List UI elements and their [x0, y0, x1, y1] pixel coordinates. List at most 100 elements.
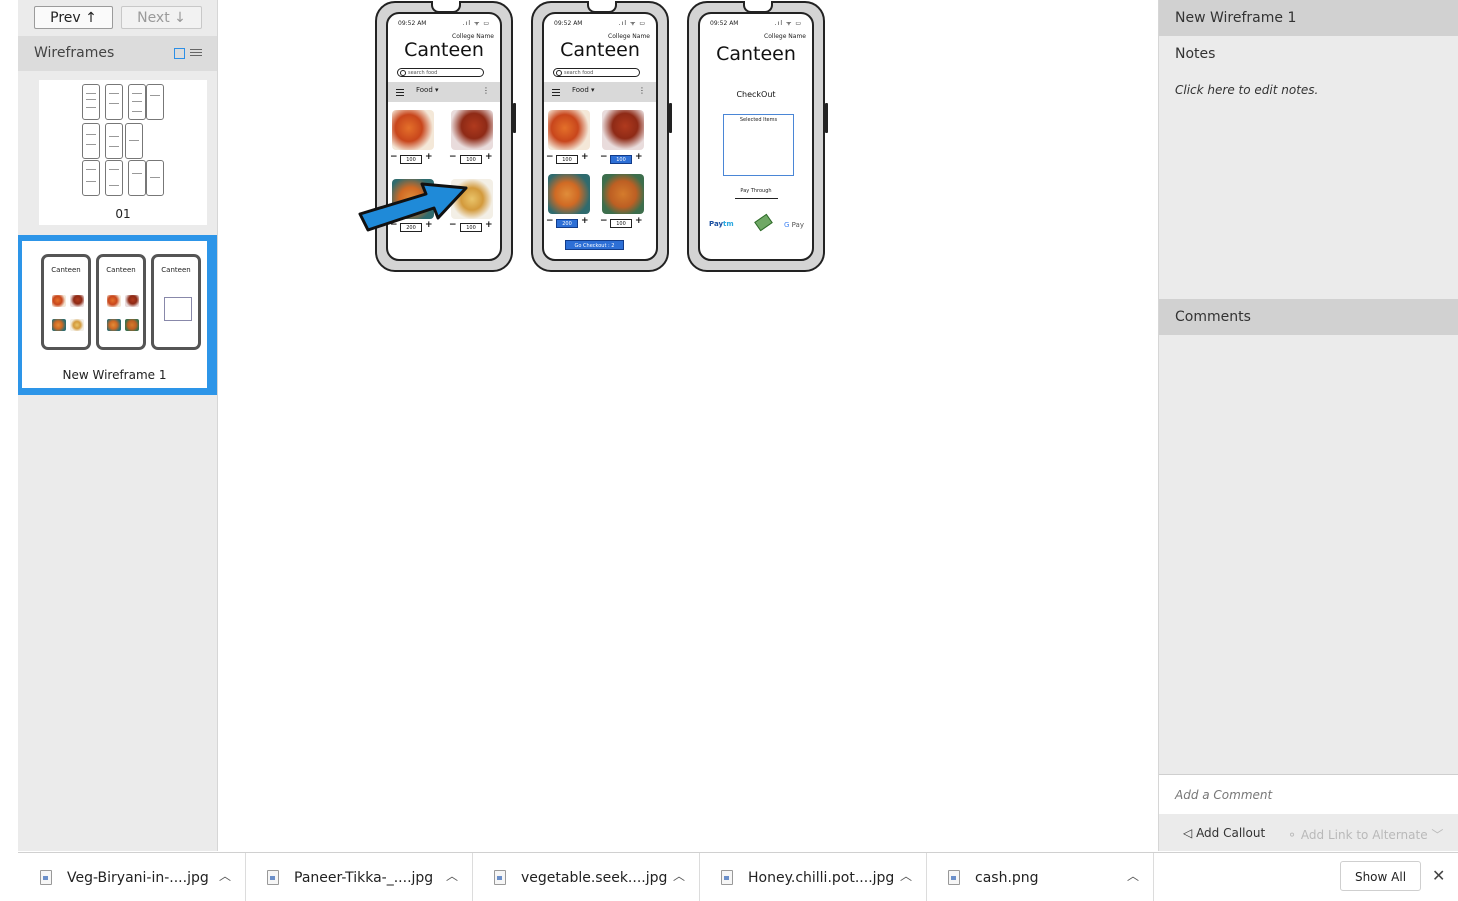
mini-food-image — [70, 295, 84, 307]
food-dropdown[interactable]: Food ▾ — [572, 86, 595, 94]
download-item[interactable]: Paneer-Tikka-_....jpg ︿ — [245, 853, 473, 901]
plus-icon[interactable]: + — [581, 217, 589, 226]
gpay-logo[interactable]: G Pay — [784, 221, 804, 229]
phone-mockup-3[interactable]: 09:52 AM .ıl ᯤ ▭ College Name Canteen Ch… — [687, 1, 828, 272]
plus-icon[interactable]: + — [425, 153, 433, 162]
food-image[interactable] — [451, 110, 493, 150]
add-link-to-alternate-button[interactable]: ⚬ Add Link to Alternate ﹀ — [1287, 826, 1443, 843]
minus-icon[interactable]: − — [546, 217, 554, 226]
image-file-icon — [494, 870, 506, 885]
list-view-icon[interactable] — [190, 47, 202, 58]
more-icon[interactable]: ⋮ — [638, 86, 646, 95]
search-field[interactable]: search food — [397, 68, 484, 77]
chevron-up-icon[interactable]: ︿ — [446, 867, 458, 884]
notes-label: Notes — [1175, 46, 1216, 62]
show-all-button[interactable]: Show All — [1340, 861, 1421, 891]
more-icon[interactable]: ⋮ — [482, 86, 490, 95]
mini-phone-title: Canteen — [106, 266, 136, 274]
chevron-up-icon[interactable]: ︿ — [673, 867, 685, 884]
grid-view-icon[interactable] — [174, 48, 185, 59]
download-filename: Veg-Biryani-in-....jpg — [67, 870, 209, 886]
next-button[interactable]: Next ↓ — [121, 6, 202, 29]
plus-icon[interactable]: + — [635, 217, 643, 226]
pay-through-label: Pay Through — [740, 188, 772, 194]
notes-editor[interactable]: Click here to edit notes. — [1175, 83, 1318, 97]
thumbnail-01[interactable]: 01 — [39, 80, 207, 225]
go-checkout-button[interactable]: Go Checkout : 2 — [565, 240, 624, 250]
download-filename: vegetable.seek....jpg — [521, 870, 668, 886]
selected-items-box[interactable]: Selected Items — [723, 114, 794, 176]
wireframe-name-header[interactable]: New Wireframe 1 — [1159, 0, 1458, 36]
phone-side-button — [825, 103, 828, 133]
download-item[interactable]: cash.png ︿ — [926, 853, 1154, 901]
download-filename: cash.png — [975, 870, 1039, 886]
quantity-field[interactable]: 100 — [460, 155, 482, 164]
mini-screen — [105, 84, 123, 120]
paytm-logo[interactable]: Paytm — [709, 220, 734, 228]
food-image[interactable] — [602, 174, 644, 214]
thumbnail-label: 01 — [115, 207, 131, 221]
minus-icon[interactable]: − — [546, 153, 554, 162]
add-callout-button[interactable]: ◁ Add Callout — [1183, 826, 1265, 840]
chevron-up-icon[interactable]: ︿ — [1127, 867, 1139, 884]
plus-icon[interactable]: + — [635, 153, 643, 162]
minus-icon[interactable]: − — [600, 217, 608, 226]
download-item[interactable]: vegetable.seek....jpg ︿ — [472, 853, 700, 901]
quantity-field[interactable]: 100 — [556, 155, 578, 164]
plus-icon[interactable]: + — [581, 153, 589, 162]
mini-food-image — [70, 319, 84, 331]
minus-icon[interactable]: − — [449, 153, 457, 162]
quantity-field-selected[interactable]: 100 — [610, 155, 632, 164]
download-filename: Honey.chilli.pot....jpg — [748, 870, 895, 886]
mini-phone: Canteen — [41, 254, 91, 350]
download-item[interactable]: Honey.chilli.pot....jpg ︿ — [699, 853, 927, 901]
minus-icon[interactable]: − — [390, 153, 398, 162]
wireframes-title: Wireframes — [34, 45, 115, 61]
hamburger-icon[interactable] — [552, 89, 560, 98]
app-title: Canteen — [404, 39, 484, 61]
mini-screen — [146, 160, 164, 196]
prev-button[interactable]: Prev ↑ — [34, 6, 113, 29]
cash-icon[interactable] — [754, 213, 773, 232]
thumbnail-new-wireframe-1[interactable]: Canteen Canteen Canteen New Wireframe 1 — [18, 235, 217, 395]
food-dropdown[interactable]: Food ▾ — [416, 86, 439, 94]
phone-notch — [587, 1, 617, 13]
food-dropdown-label: Food — [572, 86, 589, 94]
search-field[interactable]: search food — [553, 68, 640, 77]
wireframe-canvas[interactable]: 09:52 AM .ıl ᯤ ▭ College Name Canteen se… — [218, 0, 1158, 851]
phone-notch — [431, 1, 461, 13]
mini-phone-title: Canteen — [161, 266, 191, 274]
mini-screen — [82, 160, 100, 196]
food-image[interactable] — [548, 174, 590, 214]
phone-mockup-2[interactable]: 09:52 AM .ıl ᯤ ▭ College Name Canteen se… — [531, 1, 672, 272]
plus-icon[interactable]: + — [485, 153, 493, 162]
mini-screen — [105, 160, 123, 196]
plus-icon[interactable]: + — [485, 221, 493, 230]
food-menu-bar[interactable]: Food ▾ ⋮ — [388, 82, 500, 102]
quantity-field[interactable]: 100 — [400, 155, 422, 164]
thumbnail-canvas: Canteen Canteen Canteen New Wireframe 1 — [22, 241, 207, 388]
arrow-annotation-icon[interactable] — [356, 176, 468, 232]
chevron-up-icon[interactable]: ︿ — [900, 867, 912, 884]
add-comment-input[interactable]: Add a Comment — [1159, 774, 1458, 814]
comments-header: Comments — [1159, 299, 1458, 335]
mini-screen — [82, 123, 100, 159]
food-menu-bar[interactable]: Food ▾ ⋮ — [544, 82, 656, 102]
downloads-bar: Veg-Biryani-in-....jpg ︿ Paneer-Tikka-_.… — [18, 852, 1458, 901]
app-title: Canteen — [560, 39, 640, 61]
quantity-field[interactable]: 100 — [610, 219, 632, 228]
hamburger-icon[interactable] — [396, 89, 404, 98]
mini-selected-box — [164, 297, 192, 321]
download-item[interactable]: Veg-Biryani-in-....jpg ︿ — [18, 853, 246, 901]
food-image[interactable] — [602, 110, 644, 150]
mini-phone: Canteen — [151, 254, 201, 350]
mini-phone: Canteen — [96, 254, 146, 350]
food-image[interactable] — [392, 110, 434, 150]
chevron-up-icon[interactable]: ︿ — [219, 867, 231, 884]
close-icon[interactable]: ✕ — [1432, 866, 1445, 885]
add-link-label: Add Link to Alternate — [1300, 828, 1428, 842]
minus-icon[interactable]: − — [600, 153, 608, 162]
quantity-field-selected[interactable]: 200 — [556, 219, 578, 228]
college-name: College Name — [764, 33, 806, 40]
food-image[interactable] — [548, 110, 590, 150]
